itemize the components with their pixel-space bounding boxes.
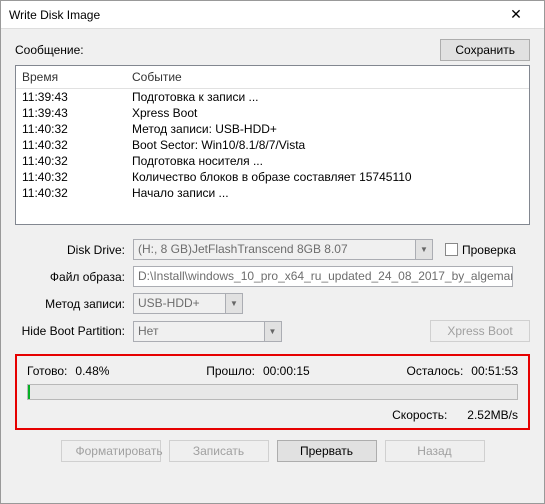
remain-value: 00:51:53 xyxy=(471,364,518,378)
log-time: 11:40:32 xyxy=(16,186,126,200)
close-button[interactable]: ✕ xyxy=(496,2,536,28)
list-item[interactable]: 11:39:43Xpress Boot xyxy=(16,105,529,121)
list-item[interactable]: 11:40:32Метод записи: USB-HDD+ xyxy=(16,121,529,137)
hide-boot-select[interactable]: Нет xyxy=(133,321,265,342)
elapsed-value: 00:00:15 xyxy=(263,364,310,378)
list-item[interactable]: 11:40:32Подготовка носителя ... xyxy=(16,153,529,169)
log-time: 11:39:43 xyxy=(16,90,126,104)
elapsed-label: Прошло: xyxy=(206,364,255,378)
back-button: Назад xyxy=(385,440,485,462)
window-title: Write Disk Image xyxy=(9,8,496,22)
progress-fill xyxy=(28,385,30,399)
write-method-select[interactable]: USB-HDD+ xyxy=(133,293,226,314)
disk-drive-select[interactable]: (H:, 8 GB)JetFlashTranscend 8GB 8.07 xyxy=(133,239,416,260)
list-item[interactable]: 11:40:32Количество блоков в образе соста… xyxy=(16,169,529,185)
close-icon: ✕ xyxy=(510,6,522,23)
chevron-down-icon[interactable]: ▼ xyxy=(416,239,433,260)
log-time: 11:39:43 xyxy=(16,106,126,120)
log-event: Xpress Boot xyxy=(126,106,529,120)
speed-label: Скорость: xyxy=(392,408,447,422)
log-event: Метод записи: USB-HDD+ xyxy=(126,122,529,136)
list-item[interactable]: 11:39:43Подготовка к записи ... xyxy=(16,89,529,105)
log-time: 11:40:32 xyxy=(16,122,126,136)
speed-value: 2.52MB/s xyxy=(467,408,518,422)
log-list[interactable]: Время Событие 11:39:43Подготовка к запис… xyxy=(15,65,530,225)
image-file-field[interactable]: D:\Install\windows_10_pro_x64_ru_updated… xyxy=(133,266,513,287)
remain-label: Осталось: xyxy=(407,364,464,378)
hide-boot-label: Hide Boot Partition: xyxy=(15,324,133,338)
log-event: Boot Sector: Win10/8.1/8/7/Vista xyxy=(126,138,529,152)
progress-bar xyxy=(27,384,518,400)
done-label: Готово: xyxy=(27,364,67,378)
abort-button[interactable]: Прервать xyxy=(277,440,377,462)
disk-drive-label: Disk Drive: xyxy=(15,243,133,257)
write-button: Записать xyxy=(169,440,269,462)
log-event: Начало записи ... xyxy=(126,186,529,200)
image-file-label: Файл образа: xyxy=(15,270,133,284)
log-time: 11:40:32 xyxy=(16,138,126,152)
done-value: 0.48% xyxy=(75,364,109,378)
save-button[interactable]: Сохранить xyxy=(440,39,530,61)
verify-label: Проверка xyxy=(462,243,516,257)
log-time: 11:40:32 xyxy=(16,170,126,184)
chevron-down-icon[interactable]: ▼ xyxy=(226,293,243,314)
progress-panel: Готово: 0.48% Прошло: 00:00:15 Осталось:… xyxy=(15,354,530,430)
write-method-label: Метод записи: xyxy=(15,297,133,311)
format-button: Форматировать xyxy=(61,440,161,462)
message-label: Сообщение: xyxy=(15,43,440,57)
list-item[interactable]: 11:40:32Начало записи ... xyxy=(16,185,529,201)
log-time: 11:40:32 xyxy=(16,154,126,168)
log-header-time[interactable]: Время xyxy=(16,66,126,88)
titlebar: Write Disk Image ✕ xyxy=(1,1,544,29)
list-item[interactable]: 11:40:32Boot Sector: Win10/8.1/8/7/Vista xyxy=(16,137,529,153)
window-write-disk-image: Write Disk Image ✕ Сообщение: Сохранить … xyxy=(0,0,545,504)
log-event: Количество блоков в образе составляет 15… xyxy=(126,170,529,184)
log-event: Подготовка к записи ... xyxy=(126,90,529,104)
chevron-down-icon[interactable]: ▼ xyxy=(265,321,282,342)
log-event: Подготовка носителя ... xyxy=(126,154,529,168)
log-header-event[interactable]: Событие xyxy=(126,66,529,88)
xpress-boot-button: Xpress Boot xyxy=(430,320,530,342)
verify-checkbox[interactable] xyxy=(445,243,458,256)
